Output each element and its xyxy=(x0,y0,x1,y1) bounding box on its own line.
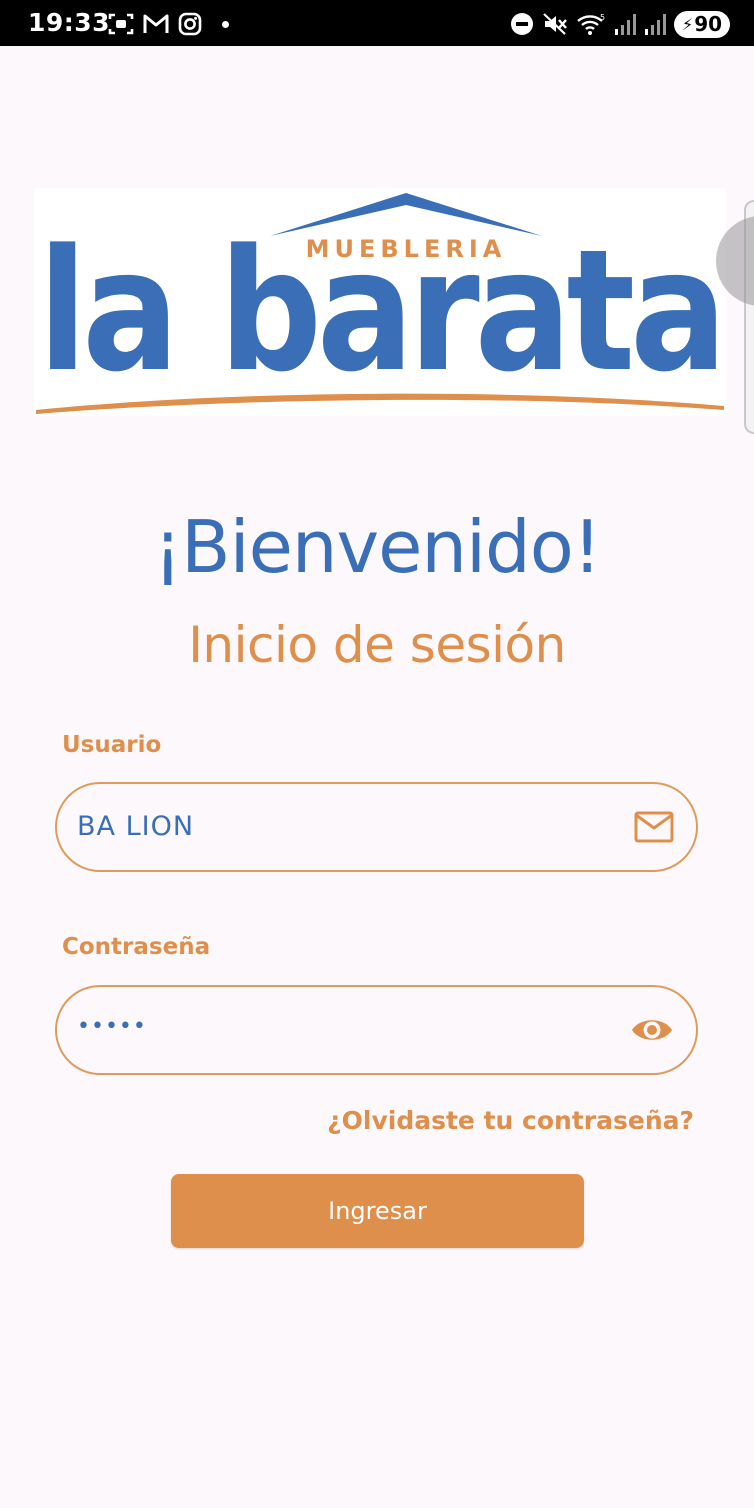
password-field[interactable]: ••••• xyxy=(55,985,698,1075)
battery-icon: ⚡ 90 xyxy=(674,10,730,38)
eye-icon[interactable] xyxy=(630,1013,674,1052)
status-bar: 19:33 5 ⚡ 90 xyxy=(0,0,754,46)
instagram-icon xyxy=(178,12,202,36)
brand-logo: MUEBLERIA la barata xyxy=(34,188,726,416)
screenshot-icon xyxy=(108,12,134,36)
password-value[interactable]: ••••• xyxy=(77,987,147,1073)
username-field[interactable]: BA LION xyxy=(55,782,698,872)
status-left-icons xyxy=(108,10,229,38)
svg-text:5: 5 xyxy=(600,13,605,22)
signal-icon xyxy=(614,12,636,36)
gmail-icon xyxy=(142,13,170,35)
login-subtitle: Inicio de sesión xyxy=(188,616,566,674)
mute-icon xyxy=(542,12,568,36)
mail-icon xyxy=(634,810,674,849)
signal-icon xyxy=(644,12,666,36)
battery-level: 90 xyxy=(694,12,723,36)
password-label: Contraseña xyxy=(62,934,211,960)
logo-brand-text: la barata xyxy=(38,213,722,409)
charging-bolt-icon: ⚡ xyxy=(681,14,694,34)
status-time: 19:33 xyxy=(28,8,111,37)
wifi-icon: 5 xyxy=(576,12,606,36)
status-right-icons: 5 ⚡ 90 xyxy=(510,9,730,39)
welcome-title: ¡Bienvenido! xyxy=(153,505,601,589)
login-button[interactable]: Ingresar xyxy=(171,1174,584,1248)
do-not-disturb-icon xyxy=(510,12,534,36)
forgot-password-link[interactable]: ¿Olvidaste tu contraseña? xyxy=(327,1106,694,1135)
username-value[interactable]: BA LION xyxy=(77,784,194,870)
login-screen: 19:33 5 ⚡ 90 MUEBLERIA la barata ¡Bienve… xyxy=(0,0,754,1508)
username-label: Usuario xyxy=(62,732,162,758)
notification-dot xyxy=(222,20,229,28)
